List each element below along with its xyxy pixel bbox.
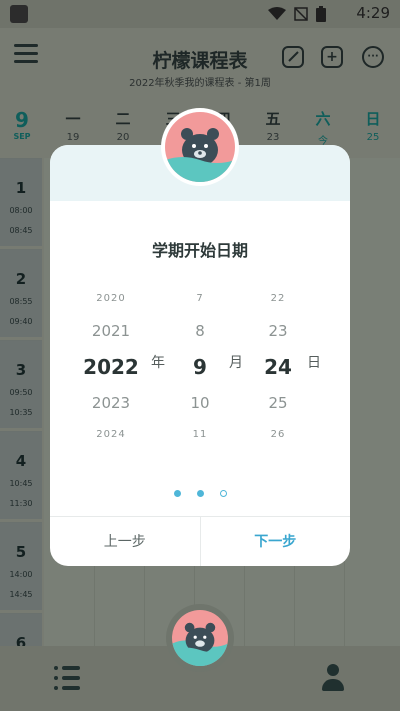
picker-option[interactable]: 23 [256,315,300,347]
period-column: 1 08:00 08:45 2 08:55 09:40 3 09:50 10:35 4 10:… [0,158,44,701]
day-name: 日 [365,110,381,128]
day-date: 25 [366,132,380,143]
month-label: SEP [13,132,31,141]
period-number: 4 [15,452,27,470]
dialog-footer: 上一步 下一步 [50,516,350,566]
period-number: 1 [15,179,27,197]
period-slot[interactable]: 1 08:00 08:45 [0,158,42,246]
month-picker[interactable]: 7 8 9 10 11 [178,283,222,451]
period-number: 5 [15,543,27,561]
previous-step-button[interactable]: 上一步 [50,517,201,566]
period-end: 09:40 [9,317,33,326]
bear-icon [165,112,235,182]
period-end: 08:45 [9,226,33,235]
picker-option[interactable]: 2021 [78,315,144,347]
period-start: 08:55 [9,297,33,306]
picker-option[interactable]: 10 [178,387,222,419]
next-step-button[interactable]: 下一步 [201,517,351,566]
picker-selected[interactable]: 2022 [78,347,144,387]
month-number: 9 [15,108,29,132]
period-number: 3 [15,361,27,379]
period-slot[interactable]: 3 09:50 10:35 [0,340,42,428]
month-unit: 月 [229,355,243,371]
home-bear-button[interactable] [166,604,234,672]
page-subtitle: 2022年秋季我的课程表 - 第1周 [129,78,271,89]
person-icon[interactable] [322,664,344,692]
bear-icon [172,610,228,666]
picker-option[interactable]: 11 [178,419,222,451]
more-button[interactable]: ··· [362,46,384,68]
dialog-avatar [161,108,239,186]
app-header: 柠檬课程表 2022年秋季我的课程表 - 第1周 + ··· [0,28,400,98]
battery-icon [316,6,326,22]
period-end: 14:45 [9,590,33,599]
picker-selected[interactable]: 24 [256,347,300,387]
picker-option[interactable]: 2023 [78,387,144,419]
notification-icon [10,5,28,23]
list-icon[interactable] [54,666,80,690]
edit-icon [288,51,299,62]
day-date: 19 [66,132,80,143]
day-unit: 日 [307,355,321,371]
status-bar: 4:29 [0,0,400,28]
period-start: 08:00 [9,206,33,215]
period-start: 09:50 [9,388,33,397]
period-slot[interactable]: 2 08:55 09:40 [0,249,42,337]
step-dot [219,490,227,497]
day-date: 20 [116,132,130,143]
add-button[interactable]: + [321,46,343,68]
edit-button[interactable] [282,46,304,68]
period-slot[interactable]: 4 10:45 11:30 [0,431,42,519]
day-picker[interactable]: 22 23 24 25 26 [256,283,300,451]
day-name: 五 [265,110,281,128]
picker-option[interactable]: 26 [256,419,300,451]
picker-option[interactable]: 25 [256,387,300,419]
step-indicator [50,490,350,497]
period-start: 10:45 [9,479,33,488]
add-icon: + [326,49,338,65]
picker-option[interactable]: 8 [178,315,222,347]
picker-option[interactable]: 2020 [78,283,144,315]
day-header: 日 25 [348,98,398,158]
step-dot [196,490,204,497]
signal-off-icon [294,7,308,21]
month-indicator: 9 SEP [0,98,44,158]
step-dot [173,490,181,497]
picker-selected[interactable]: 9 [178,347,222,387]
period-slot[interactable]: 5 14:00 14:45 [0,522,42,610]
picker-option[interactable]: 7 [178,283,222,315]
period-end: 10:35 [9,408,33,417]
day-date: 23 [266,132,280,143]
start-date-dialog: 学期开始日期 2020 2021 2022 2023 2024 年 7 8 9 … [50,145,350,566]
picker-option[interactable]: 2024 [78,419,144,451]
more-icon: ··· [367,51,379,62]
period-end: 11:30 [9,499,33,508]
year-unit: 年 [151,355,165,371]
day-name: 二 [115,110,131,128]
dialog-title: 学期开始日期 [151,241,248,260]
period-start: 14:00 [9,570,33,579]
clock: 4:29 [356,4,390,22]
picker-option[interactable]: 22 [256,283,300,315]
day-name: 六 [315,110,331,128]
period-number: 2 [15,270,27,288]
year-picker[interactable]: 2020 2021 2022 2023 2024 [78,283,144,451]
status-icons [268,6,326,22]
wifi-icon [268,7,286,20]
day-name: 一 [65,110,81,128]
